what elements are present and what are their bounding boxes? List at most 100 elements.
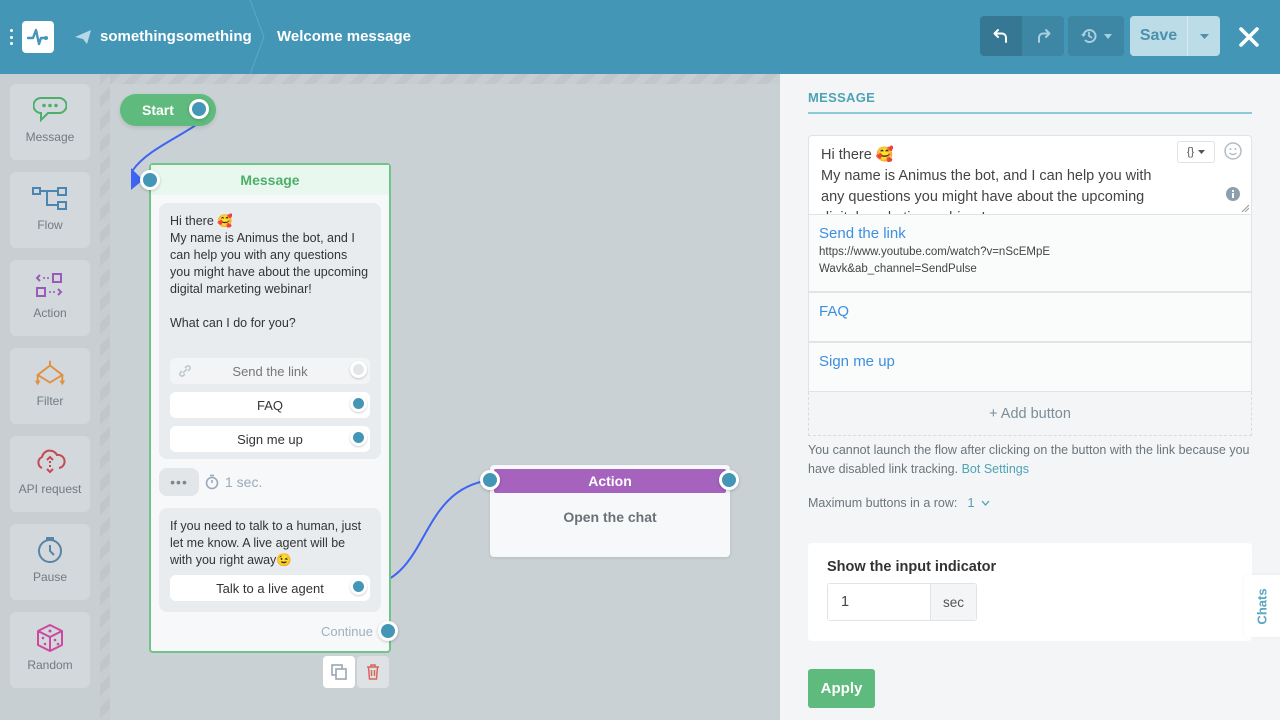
message-text-editor[interactable]: Hi there 🥰 My name is Animus the bot, an… — [808, 135, 1252, 215]
redo-button[interactable] — [1022, 16, 1064, 56]
button-row-faq[interactable]: FAQ — [808, 292, 1252, 342]
node-button-faq[interactable]: FAQ — [170, 392, 370, 418]
dice-icon — [37, 624, 63, 652]
typing-delay: 1 sec. — [225, 474, 263, 490]
history-icon — [1081, 29, 1097, 43]
message-node-title: Message — [151, 165, 389, 195]
action-icon — [35, 273, 63, 297]
breadcrumb-flow: Welcome message — [277, 28, 411, 45]
close-icon[interactable] — [1236, 24, 1262, 50]
variables-dropdown[interactable]: {} — [1177, 141, 1215, 163]
caret-down-icon — [1104, 33, 1112, 39]
save-dropdown-button[interactable] — [1188, 16, 1220, 56]
emoji-icon[interactable] — [1224, 142, 1242, 160]
action-input-port[interactable] — [480, 470, 500, 490]
tool-label: Pause — [32, 570, 68, 584]
top-bar: somethingsomething Welcome message Save — [0, 0, 1280, 74]
max-buttons-row: Maximum buttons in a row: 1 — [808, 495, 990, 510]
message-bubble: If you need to talk to a human, just let… — [159, 508, 381, 612]
pulse-logo-icon — [27, 28, 48, 46]
undo-button[interactable] — [980, 16, 1022, 56]
save-split-button: Save — [1130, 16, 1220, 56]
undo-icon — [993, 29, 1007, 43]
message-bubble: Hi there 🥰 My name is Animus the bot, an… — [159, 203, 381, 459]
button-label: Sign me up — [819, 353, 895, 370]
link-icon — [179, 365, 191, 377]
continue-label: Continue — [320, 624, 373, 639]
button-label: FAQ — [819, 303, 850, 320]
stopwatch-icon — [205, 474, 219, 490]
tool-message[interactable]: Message — [10, 84, 90, 160]
tool-api-request[interactable]: API request — [10, 436, 90, 512]
trash-icon — [367, 664, 379, 680]
start-label: Start — [142, 102, 174, 118]
button-port[interactable] — [350, 429, 367, 446]
canvas-edge — [100, 74, 110, 720]
tool-action[interactable]: Action — [10, 260, 90, 336]
tool-label: Random — [27, 658, 73, 672]
indicator-title: Show the input indicator — [827, 559, 997, 575]
history-button[interactable] — [1068, 16, 1124, 56]
indicator-suffix: sec — [930, 584, 976, 620]
chevron-down-icon — [981, 500, 990, 506]
add-button[interactable]: + Add button — [808, 392, 1252, 436]
history-dropdown[interactable] — [1068, 16, 1124, 56]
button-url: https://www.youtube.com/watch?v=nScEMpEW… — [819, 246, 1051, 275]
tool-label: Action — [33, 306, 67, 320]
action-node[interactable]: Action Open the chat — [490, 465, 730, 557]
bubble-text: If you need to talk to a human, just let… — [170, 519, 362, 567]
section-underline — [808, 112, 1252, 114]
node-button-talk-to-agent[interactable]: Talk to a live agent — [170, 575, 370, 601]
menu-dots-icon[interactable] — [10, 29, 13, 45]
chat-bubble-icon — [33, 97, 67, 123]
tool-filter[interactable]: Filter — [10, 348, 90, 424]
button-port[interactable] — [350, 361, 367, 378]
tool-pause[interactable]: Pause — [10, 524, 90, 600]
tool-label: Message — [25, 130, 75, 144]
caret-down-icon — [1199, 33, 1209, 39]
chats-tab[interactable]: Chats — [1244, 575, 1280, 637]
tool-label: API request — [18, 482, 82, 496]
cloud-icon — [37, 449, 66, 474]
resize-handle-icon[interactable] — [1241, 204, 1249, 212]
max-buttons-label: Maximum buttons in a row: — [808, 495, 958, 510]
message-input-port[interactable] — [140, 170, 160, 190]
action-node-body: Open the chat — [563, 509, 657, 525]
action-node-title: Action — [494, 469, 726, 493]
breadcrumb-bot[interactable]: somethingsomething — [74, 28, 252, 45]
typing-dots: ••• — [159, 468, 199, 496]
button-row-send-the-link[interactable]: Send the link https://www.youtube.com/wa… — [808, 215, 1252, 292]
button-label: Send the link — [819, 225, 906, 242]
button-row-sign-me-up[interactable]: Sign me up — [808, 342, 1252, 392]
max-buttons-select[interactable]: 1 — [967, 495, 990, 510]
copy-icon — [331, 664, 347, 680]
stopwatch-icon — [38, 537, 62, 563]
logo[interactable] — [22, 21, 54, 53]
indicator-seconds-input[interactable] — [828, 584, 930, 620]
duplicate-node-button[interactable] — [323, 656, 355, 688]
info-icon[interactable] — [1226, 187, 1240, 201]
message-node[interactable]: Message Hi there 🥰 My name is Animus the… — [149, 163, 391, 653]
tool-random[interactable]: Random — [10, 612, 90, 688]
bubble-text: Hi there 🥰 My name is Animus the bot, an… — [170, 214, 369, 330]
button-port[interactable] — [350, 395, 367, 412]
button-port[interactable] — [350, 578, 367, 595]
start-output-port[interactable] — [189, 99, 209, 119]
apply-button[interactable]: Apply — [808, 669, 875, 708]
action-output-port[interactable] — [719, 470, 739, 490]
tool-flow[interactable]: Flow — [10, 172, 90, 248]
canvas-edge-top — [110, 74, 780, 84]
flow-icon — [32, 187, 67, 210]
link-tracking-note: You cannot launch the flow after clickin… — [808, 443, 1250, 476]
indicator-input-group: sec — [827, 583, 977, 621]
node-button-sign-me-up[interactable]: Sign me up — [170, 426, 370, 452]
bot-settings-link[interactable]: Bot Settings — [962, 462, 1029, 476]
save-button[interactable]: Save — [1130, 16, 1188, 56]
node-button-send-the-link[interactable]: Send the link — [170, 358, 370, 384]
bot-name: somethingsomething — [100, 28, 252, 45]
delete-node-button[interactable] — [357, 656, 389, 688]
tool-label: Filter — [36, 394, 64, 408]
caret-down-icon — [1198, 150, 1206, 154]
properties-panel: MESSAGE Hi there 🥰 My name is Animus the… — [780, 74, 1280, 720]
continue-port[interactable] — [378, 621, 398, 641]
